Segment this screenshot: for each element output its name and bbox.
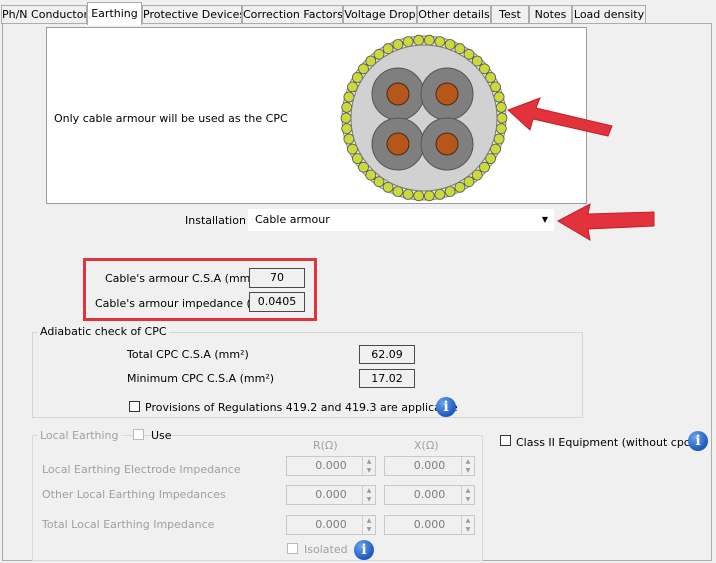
armour-wire (444, 186, 456, 197)
isolated-checkbox[interactable] (287, 543, 298, 554)
armour-wire (341, 102, 353, 113)
provisions-checkbox[interactable] (129, 401, 140, 412)
tab-earthing[interactable]: Earthing (87, 2, 142, 25)
other-r-stepper[interactable]: 0.000 ▲ ▼ (286, 485, 376, 505)
armour-wire (434, 188, 446, 200)
x-header: X(Ω) (414, 439, 439, 452)
armour-wire (413, 34, 425, 46)
electrode-r-value: 0.000 (315, 459, 347, 472)
total-x-value: 0.000 (413, 518, 446, 531)
isolated-label: Isolated (304, 543, 348, 556)
class2-checkbox[interactable] (500, 435, 511, 446)
other-x-value: 0.000 (413, 488, 446, 501)
armour-impedance-label: Cable's armour impedance (Ω) (95, 297, 264, 310)
tab-notes[interactable]: Notes (529, 5, 572, 24)
tab-protective-devices[interactable]: Protective Devices (142, 5, 242, 24)
tab-test[interactable]: Test (491, 5, 529, 24)
class2-label: Class II Equipment (without cpc) (516, 436, 695, 449)
installation-select[interactable]: Cable armour ▼ (248, 209, 554, 231)
armour-wire (402, 188, 414, 200)
minimum-cpc-label: Minimum CPC C.S.A (mm²) (127, 372, 275, 385)
armour-wire (392, 186, 404, 197)
armour-wire (392, 39, 404, 50)
other-r-value: 0.000 (315, 488, 347, 501)
minimum-cpc-field[interactable]: 17.02 (359, 369, 415, 388)
electrode-x-stepper[interactable]: 0.000 ▲ ▼ (384, 456, 475, 476)
total-r-value: 0.000 (315, 518, 347, 531)
use-label: Use (151, 429, 172, 442)
tab-voltage-drop[interactable]: Voltage Drop (343, 5, 417, 24)
armour-wire (340, 112, 352, 124)
installation-value: Cable armour (255, 213, 330, 226)
armour-impedance-field[interactable]: 0.0405 (249, 292, 305, 312)
info-icon[interactable]: i (354, 540, 374, 560)
tab-ph-n-conductor[interactable]: Ph/N Conductor (1, 5, 87, 24)
local-earthing-use-checkbox[interactable] (133, 429, 144, 440)
armour-wire (444, 39, 456, 50)
electrode-r-stepper[interactable]: 0.000 ▲ ▼ (286, 456, 376, 476)
chevron-down-icon[interactable]: ▼ (542, 215, 548, 224)
armour-wire (343, 133, 355, 145)
other-x-stepper[interactable]: 0.000 ▲ ▼ (384, 485, 475, 505)
provisions-label: Provisions of Regulations 419.2 and 419.… (145, 401, 458, 414)
total-cpc-label: Total CPC C.S.A (mm²) (127, 348, 249, 361)
cpc-note: Only cable armour will be used as the CP… (54, 112, 288, 125)
total-r-stepper[interactable]: 0.000 ▲ ▼ (286, 515, 376, 535)
tab-other-details[interactable]: Other details (417, 5, 491, 24)
info-icon[interactable]: i (436, 397, 456, 417)
tab-bar: Ph/N Conductor Earthing Protective Devic… (0, 0, 716, 25)
local-earthing-title: Local Earthing (38, 429, 121, 442)
adiabatic-title: Adiabatic check of CPC (38, 325, 169, 338)
total-impedance-label: Total Local Earthing Impedance (42, 518, 215, 531)
red-arrow-annotation (556, 203, 655, 241)
cable-cross-section-image (340, 34, 508, 202)
electrode-impedance-label: Local Earthing Electrode Impedance (42, 463, 241, 476)
armour-wire (341, 123, 353, 134)
armour-wire (423, 190, 435, 202)
armour-csa-field[interactable]: 70 (249, 268, 305, 288)
total-cpc-field[interactable]: 62.09 (359, 345, 415, 364)
installation-label: Installation (185, 214, 246, 227)
armour-wire (343, 91, 355, 103)
red-arrow-annotation (507, 97, 613, 137)
armour-wire (402, 36, 414, 48)
other-impedances-label: Other Local Earthing Impedances (42, 488, 226, 501)
info-icon[interactable]: i (688, 431, 708, 451)
r-header: R(Ω) (313, 439, 338, 452)
tab-correction-factors[interactable]: Correction Factors (242, 5, 343, 24)
armour-wire (413, 190, 425, 202)
total-x-stepper[interactable]: 0.000 ▲ ▼ (384, 515, 475, 535)
armour-csa-label: Cable's armour C.S.A (mm²) (105, 272, 260, 285)
tab-load-density[interactable]: Load density (572, 5, 646, 24)
armour-wire (434, 36, 446, 48)
electrode-x-value: 0.000 (413, 459, 446, 472)
armour-wire (423, 34, 435, 46)
